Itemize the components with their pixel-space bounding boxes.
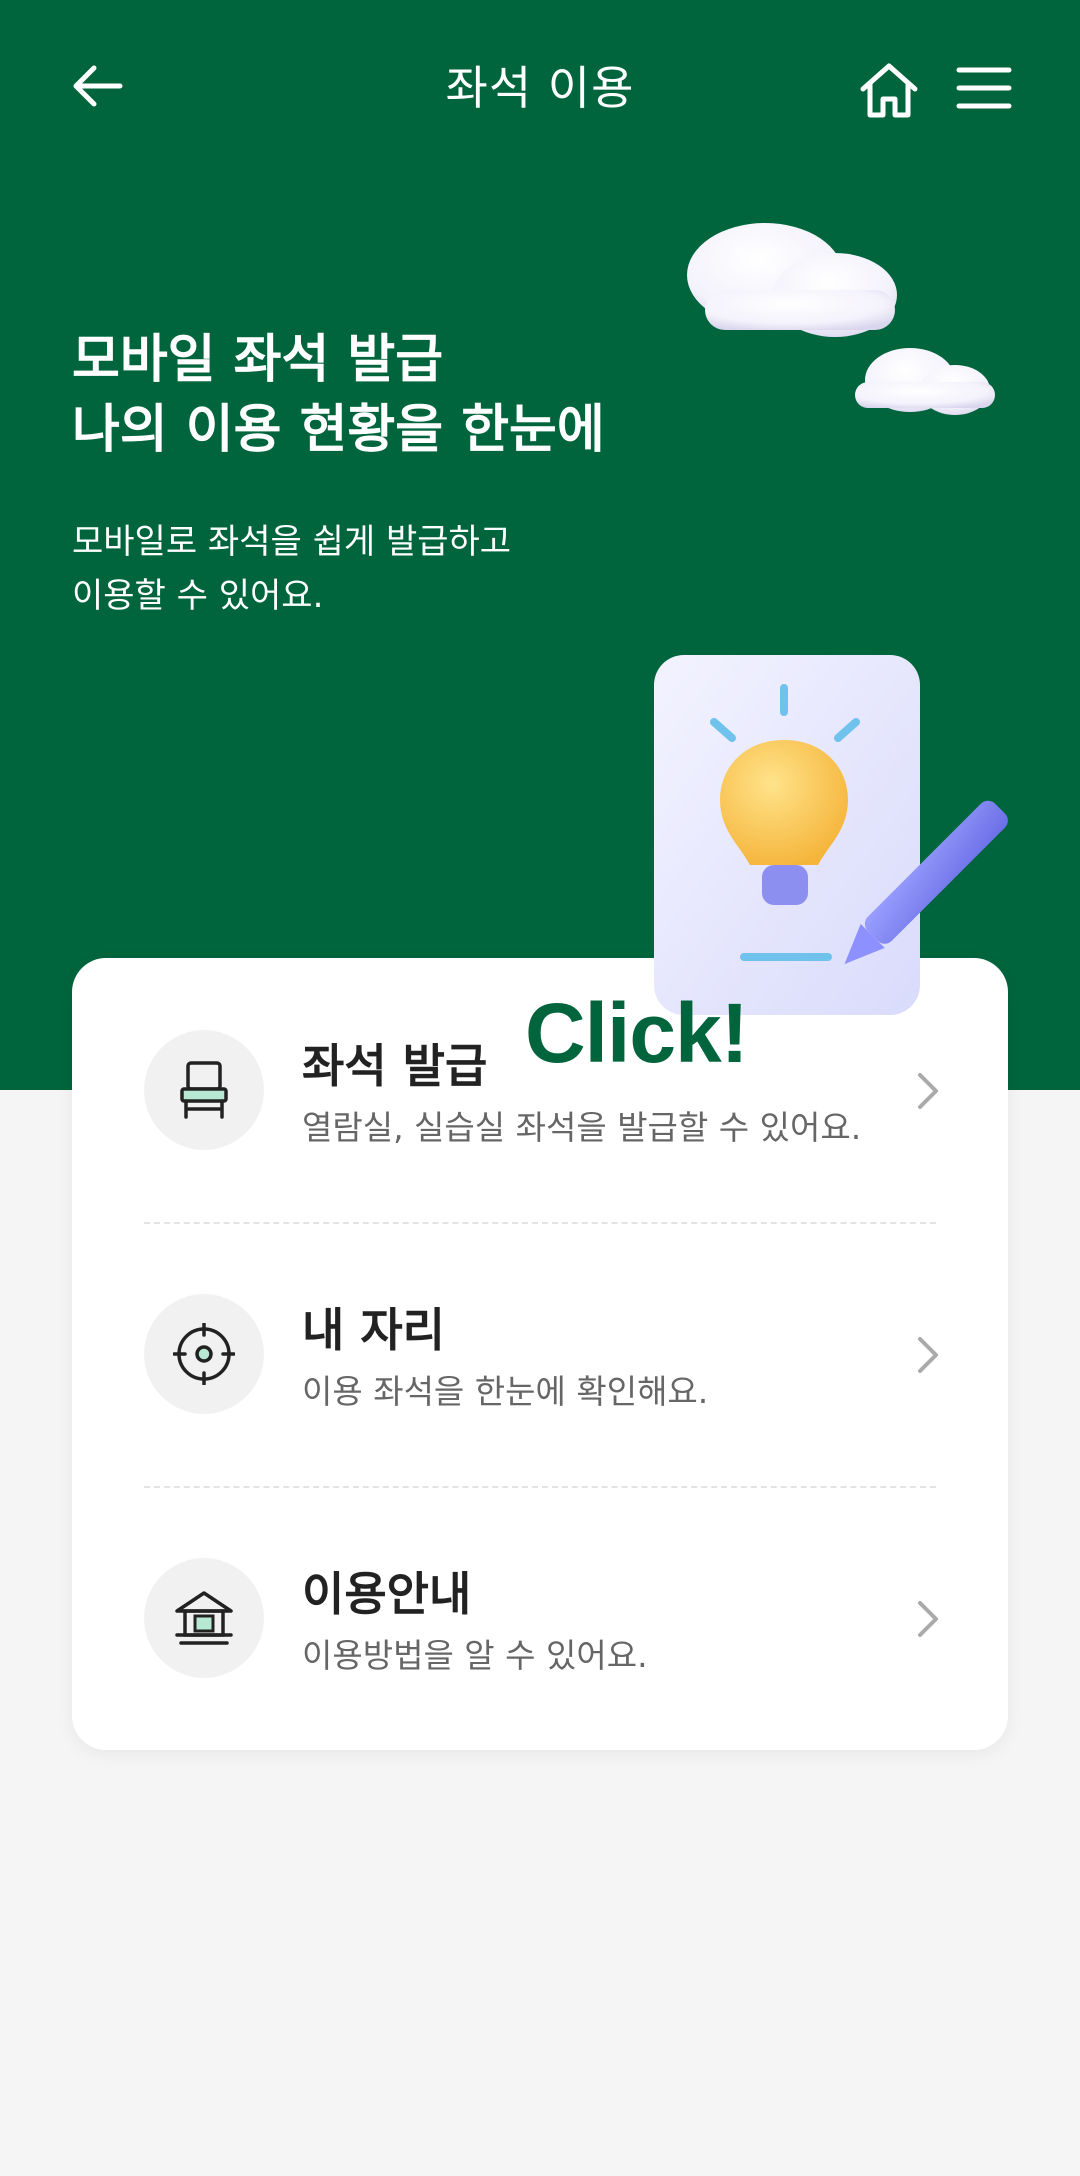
menu-item-desc: 열람실, 실습실 좌석을 발급할 수 있어요. [302,1108,862,1147]
hero-heading: 모바일 좌석 발급 나의 이용 현황을 한눈에 [72,325,605,465]
hero-subtext: 모바일로 좌석을 쉽게 발급하고 이용할 수 있어요. [72,515,511,623]
chevron-right-icon [908,1330,948,1380]
click-label: Click! [525,986,749,1080]
hero-heading-line1: 모바일 좌석 발급 [72,330,444,390]
hero-sub-line2: 이용할 수 있어요. [72,576,324,616]
building-icon [175,1591,233,1645]
hero-heading-line2: 나의 이용 현황을 한눈에 [72,400,605,460]
lightbulb-note-illustration [654,655,1008,1015]
chair-icon [180,1061,228,1119]
clouds-illustration [687,223,995,415]
menu-item-desc: 이용방법을 알 수 있어요. [302,1636,648,1675]
chevron-right-icon [908,1066,948,1116]
hamburger-menu-icon [956,67,1012,109]
menu-button[interactable] [952,58,1016,118]
menu-item-title: 이용안내 [302,1567,472,1621]
menu-item-my-seat[interactable]: 내 자리 이용 좌석을 한눈에 확인해요. [72,1222,1008,1486]
menu-item-title: 좌석 발급 [302,1039,488,1093]
menu-item-guide[interactable]: 이용안내 이용방법을 알 수 있어요. [72,1486,1008,1750]
hero-sub-line1: 모바일로 좌석을 쉽게 발급하고 [72,522,512,562]
home-icon [860,63,918,118]
icon-circle [144,1558,264,1678]
home-button[interactable] [855,56,923,124]
chevron-right-icon [908,1594,948,1644]
top-bar: 좌석 이용 [0,0,1080,170]
icon-circle [144,1294,264,1414]
target-icon [173,1323,235,1385]
menu-item-desc: 이용 좌석을 한눈에 확인해요. [302,1372,709,1411]
icon-circle [144,1030,264,1150]
menu-item-title: 내 자리 [302,1303,445,1357]
